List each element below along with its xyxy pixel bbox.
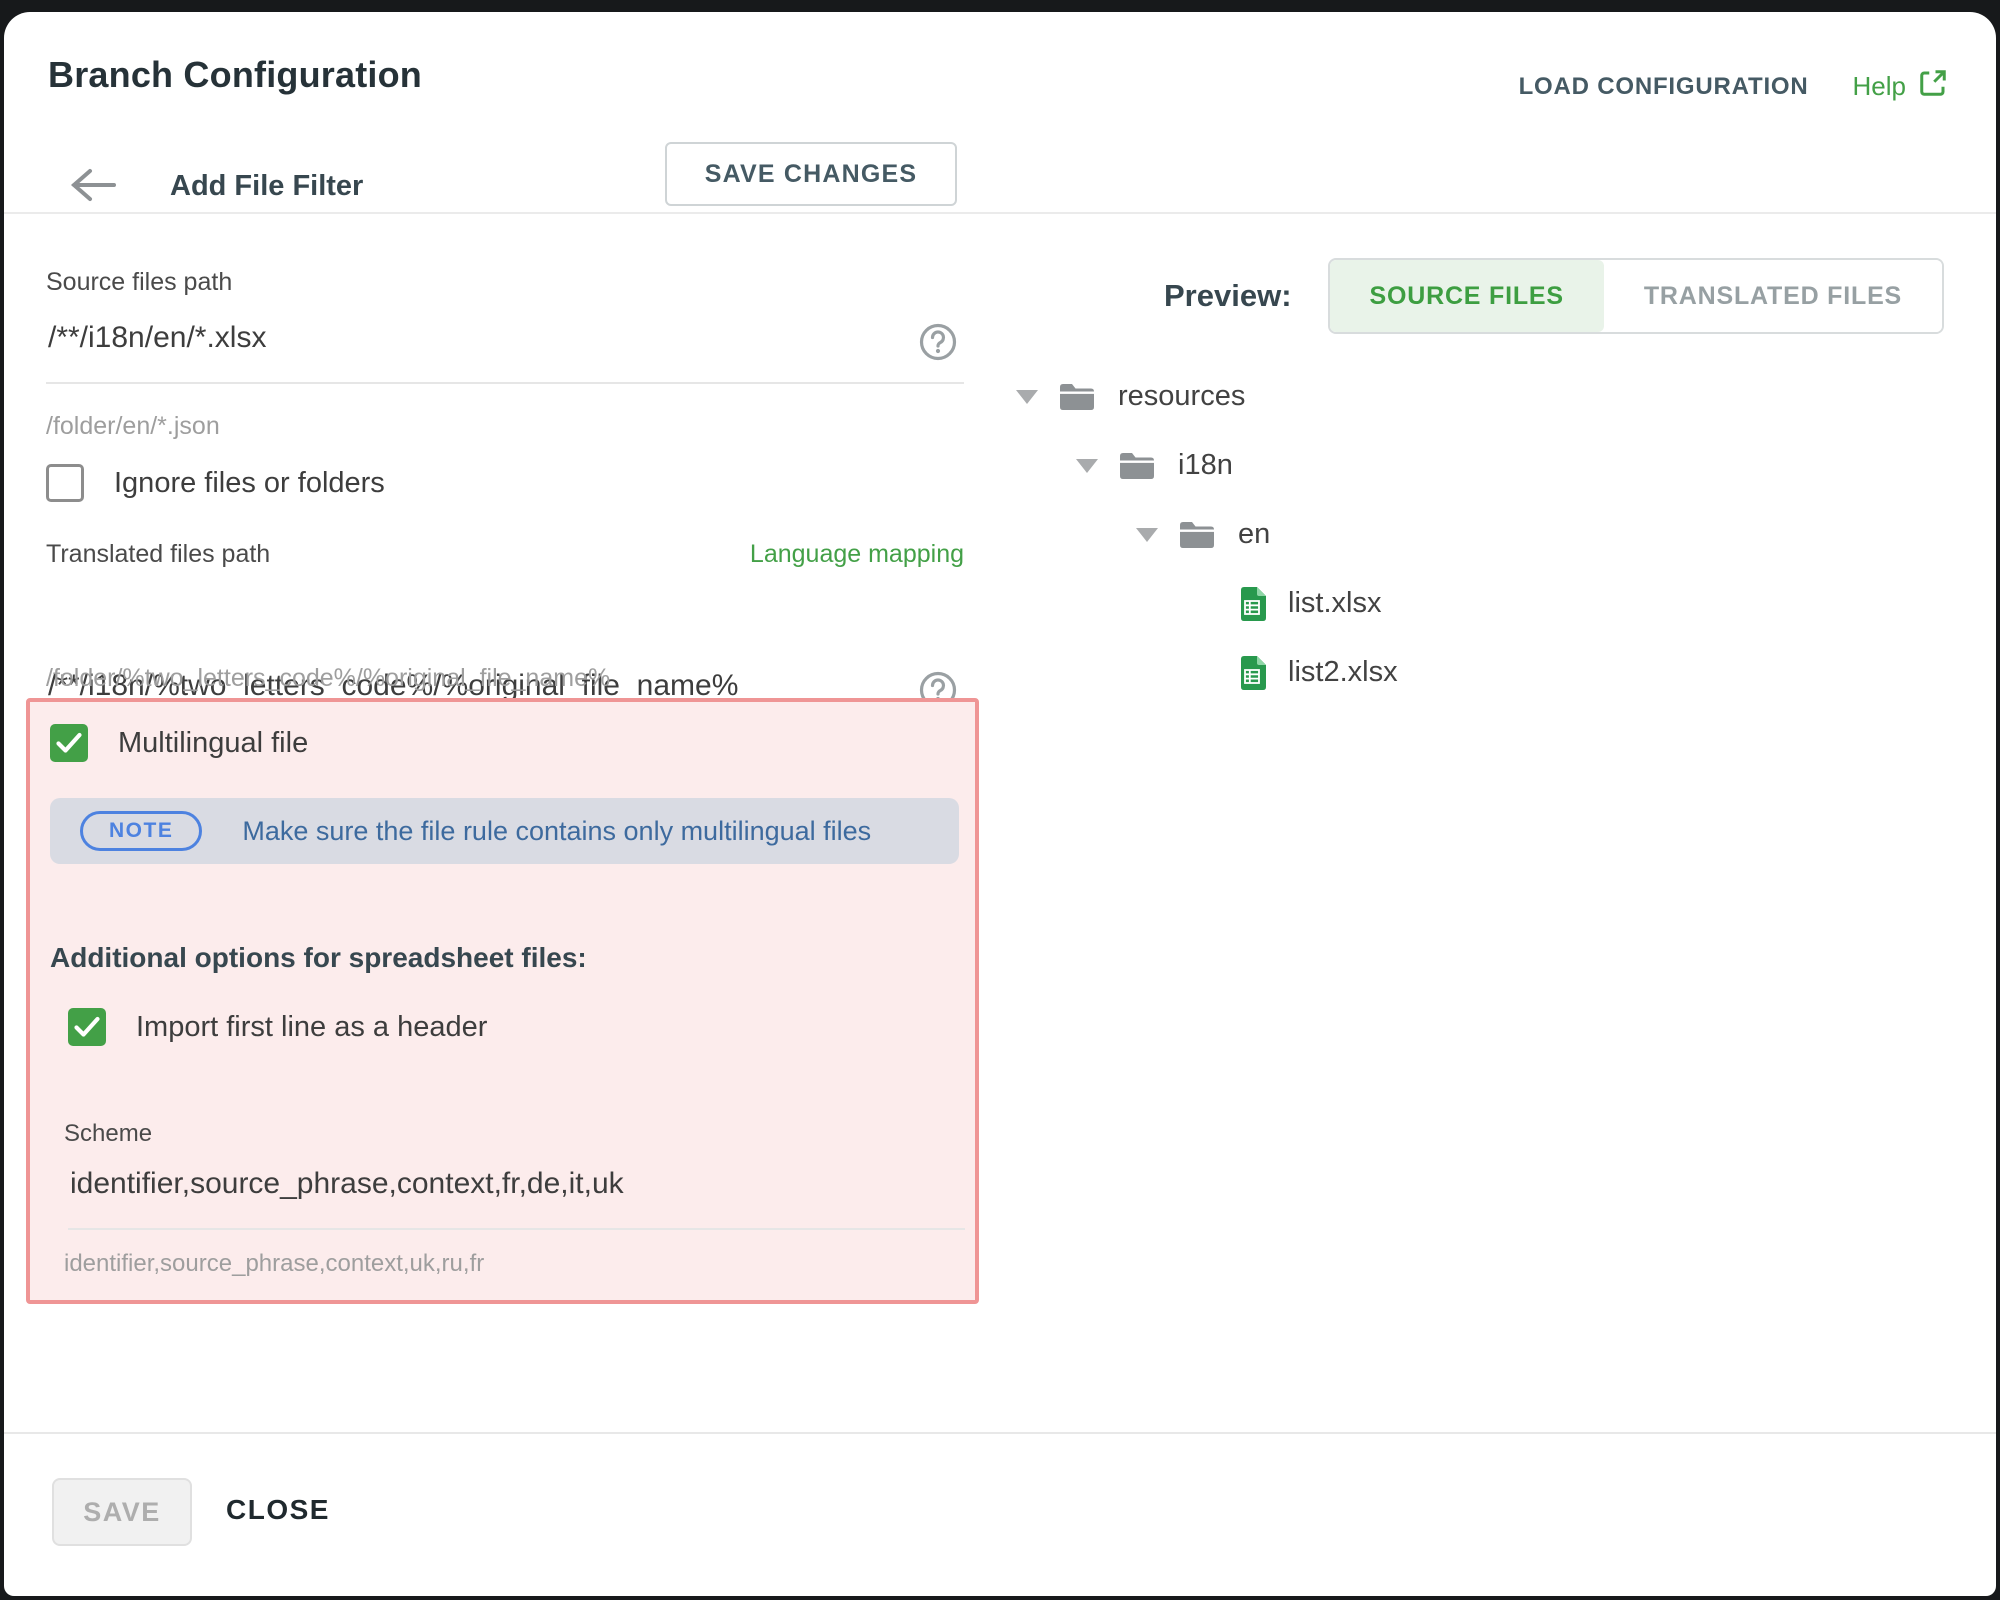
tree-item-name: list.xlsx xyxy=(1288,587,1381,620)
subheader: Add File Filter xyxy=(68,160,363,212)
language-mapping-link[interactable]: Language mapping xyxy=(750,540,964,569)
back-button[interactable] xyxy=(68,166,118,207)
close-button[interactable]: CLOSE xyxy=(226,1494,330,1526)
caret-down-icon[interactable] xyxy=(1016,390,1038,404)
multilingual-highlight-section: Multilingual file NOTE Make sure the fil… xyxy=(26,698,979,1304)
ignore-files-checkbox[interactable] xyxy=(46,464,84,502)
multilingual-checkbox[interactable] xyxy=(50,724,88,762)
scheme-hint: identifier,source_phrase,context,uk,ru,f… xyxy=(64,1250,484,1278)
header-actions: LOAD CONFIGURATION Help xyxy=(1519,68,1948,105)
caret-down-icon[interactable] xyxy=(1076,459,1098,473)
load-configuration-button[interactable]: LOAD CONFIGURATION xyxy=(1519,73,1809,101)
translated-files-path-label-row: Translated files path Language mapping xyxy=(46,540,964,569)
preview-label: Preview: xyxy=(1164,278,1292,314)
note-text: Make sure the file rule contains only mu… xyxy=(242,816,871,847)
scheme-input[interactable] xyxy=(68,1154,965,1230)
tree-row-en[interactable]: en xyxy=(1016,500,1398,569)
source-files-path-label: Source files path xyxy=(46,268,232,297)
tree-row-list2.xlsx[interactable]: list2.xlsx xyxy=(1016,638,1398,707)
note-bar: NOTE Make sure the file rule contains on… xyxy=(50,798,959,864)
import-header-label: Import first line as a header xyxy=(136,1011,487,1044)
translated-files-path-hint: /folder/%two_letters_code%/%original_fil… xyxy=(46,664,610,693)
import-header-checkbox[interactable] xyxy=(68,1008,106,1046)
external-link-icon xyxy=(1918,68,1948,105)
translated-files-path-label: Translated files path xyxy=(46,540,270,569)
help-circle-icon[interactable] xyxy=(918,322,958,367)
branch-configuration-dialog: Branch Configuration LOAD CONFIGURATION … xyxy=(4,12,1996,1596)
source-files-path-row xyxy=(46,308,964,384)
source-files-path-input[interactable] xyxy=(46,308,964,384)
save-button[interactable]: SAVE xyxy=(52,1478,192,1546)
folder-icon xyxy=(1178,520,1216,550)
folder-icon xyxy=(1058,382,1096,412)
tree-row-i18n[interactable]: i18n xyxy=(1016,431,1398,500)
footer-divider xyxy=(4,1432,1996,1434)
preview-tab-translated-files[interactable]: TRANSLATED FILES xyxy=(1604,260,1942,332)
save-changes-button[interactable]: SAVE CHANGES xyxy=(665,142,957,206)
tree-row-resources[interactable]: resources xyxy=(1016,362,1398,431)
note-badge: NOTE xyxy=(80,811,202,851)
subheader-title: Add File Filter xyxy=(170,170,363,203)
help-link-label: Help xyxy=(1853,71,1906,102)
tree-item-name: i18n xyxy=(1178,449,1233,482)
file-tree: resources i18n en list.xlsx list2.xlsx xyxy=(1016,362,1398,707)
tree-item-name: list2.xlsx xyxy=(1288,656,1398,689)
scheme-row xyxy=(68,1154,965,1230)
preview-tab-source-files[interactable]: SOURCE FILES xyxy=(1330,260,1604,332)
ignore-files-checkbox-row[interactable]: Ignore files or folders xyxy=(46,464,385,502)
multilingual-label: Multilingual file xyxy=(118,727,308,760)
scheme-label: Scheme xyxy=(64,1120,152,1148)
help-link[interactable]: Help xyxy=(1853,68,1948,105)
tree-item-name: en xyxy=(1238,518,1270,551)
multilingual-checkbox-row[interactable]: Multilingual file xyxy=(50,724,308,762)
page-title: Branch Configuration xyxy=(48,54,422,96)
tree-item-name: resources xyxy=(1118,380,1245,413)
preview-header: Preview: SOURCE FILESTRANSLATED FILES xyxy=(1164,258,1944,334)
header-divider xyxy=(4,212,1996,214)
spreadsheet-options-heading: Additional options for spreadsheet files… xyxy=(50,942,587,974)
folder-icon xyxy=(1118,451,1156,481)
caret-down-icon[interactable] xyxy=(1136,528,1158,542)
ignore-files-label: Ignore files or folders xyxy=(114,467,385,500)
tree-row-list.xlsx[interactable]: list.xlsx xyxy=(1016,569,1398,638)
spreadsheet-file-icon xyxy=(1238,656,1266,690)
preview-toggle-group: SOURCE FILESTRANSLATED FILES xyxy=(1328,258,1945,334)
spreadsheet-file-icon xyxy=(1238,587,1266,621)
source-files-path-hint: /folder/en/*.json xyxy=(46,412,220,441)
arrow-left-icon xyxy=(68,166,118,207)
import-header-checkbox-row[interactable]: Import first line as a header xyxy=(68,1008,487,1046)
